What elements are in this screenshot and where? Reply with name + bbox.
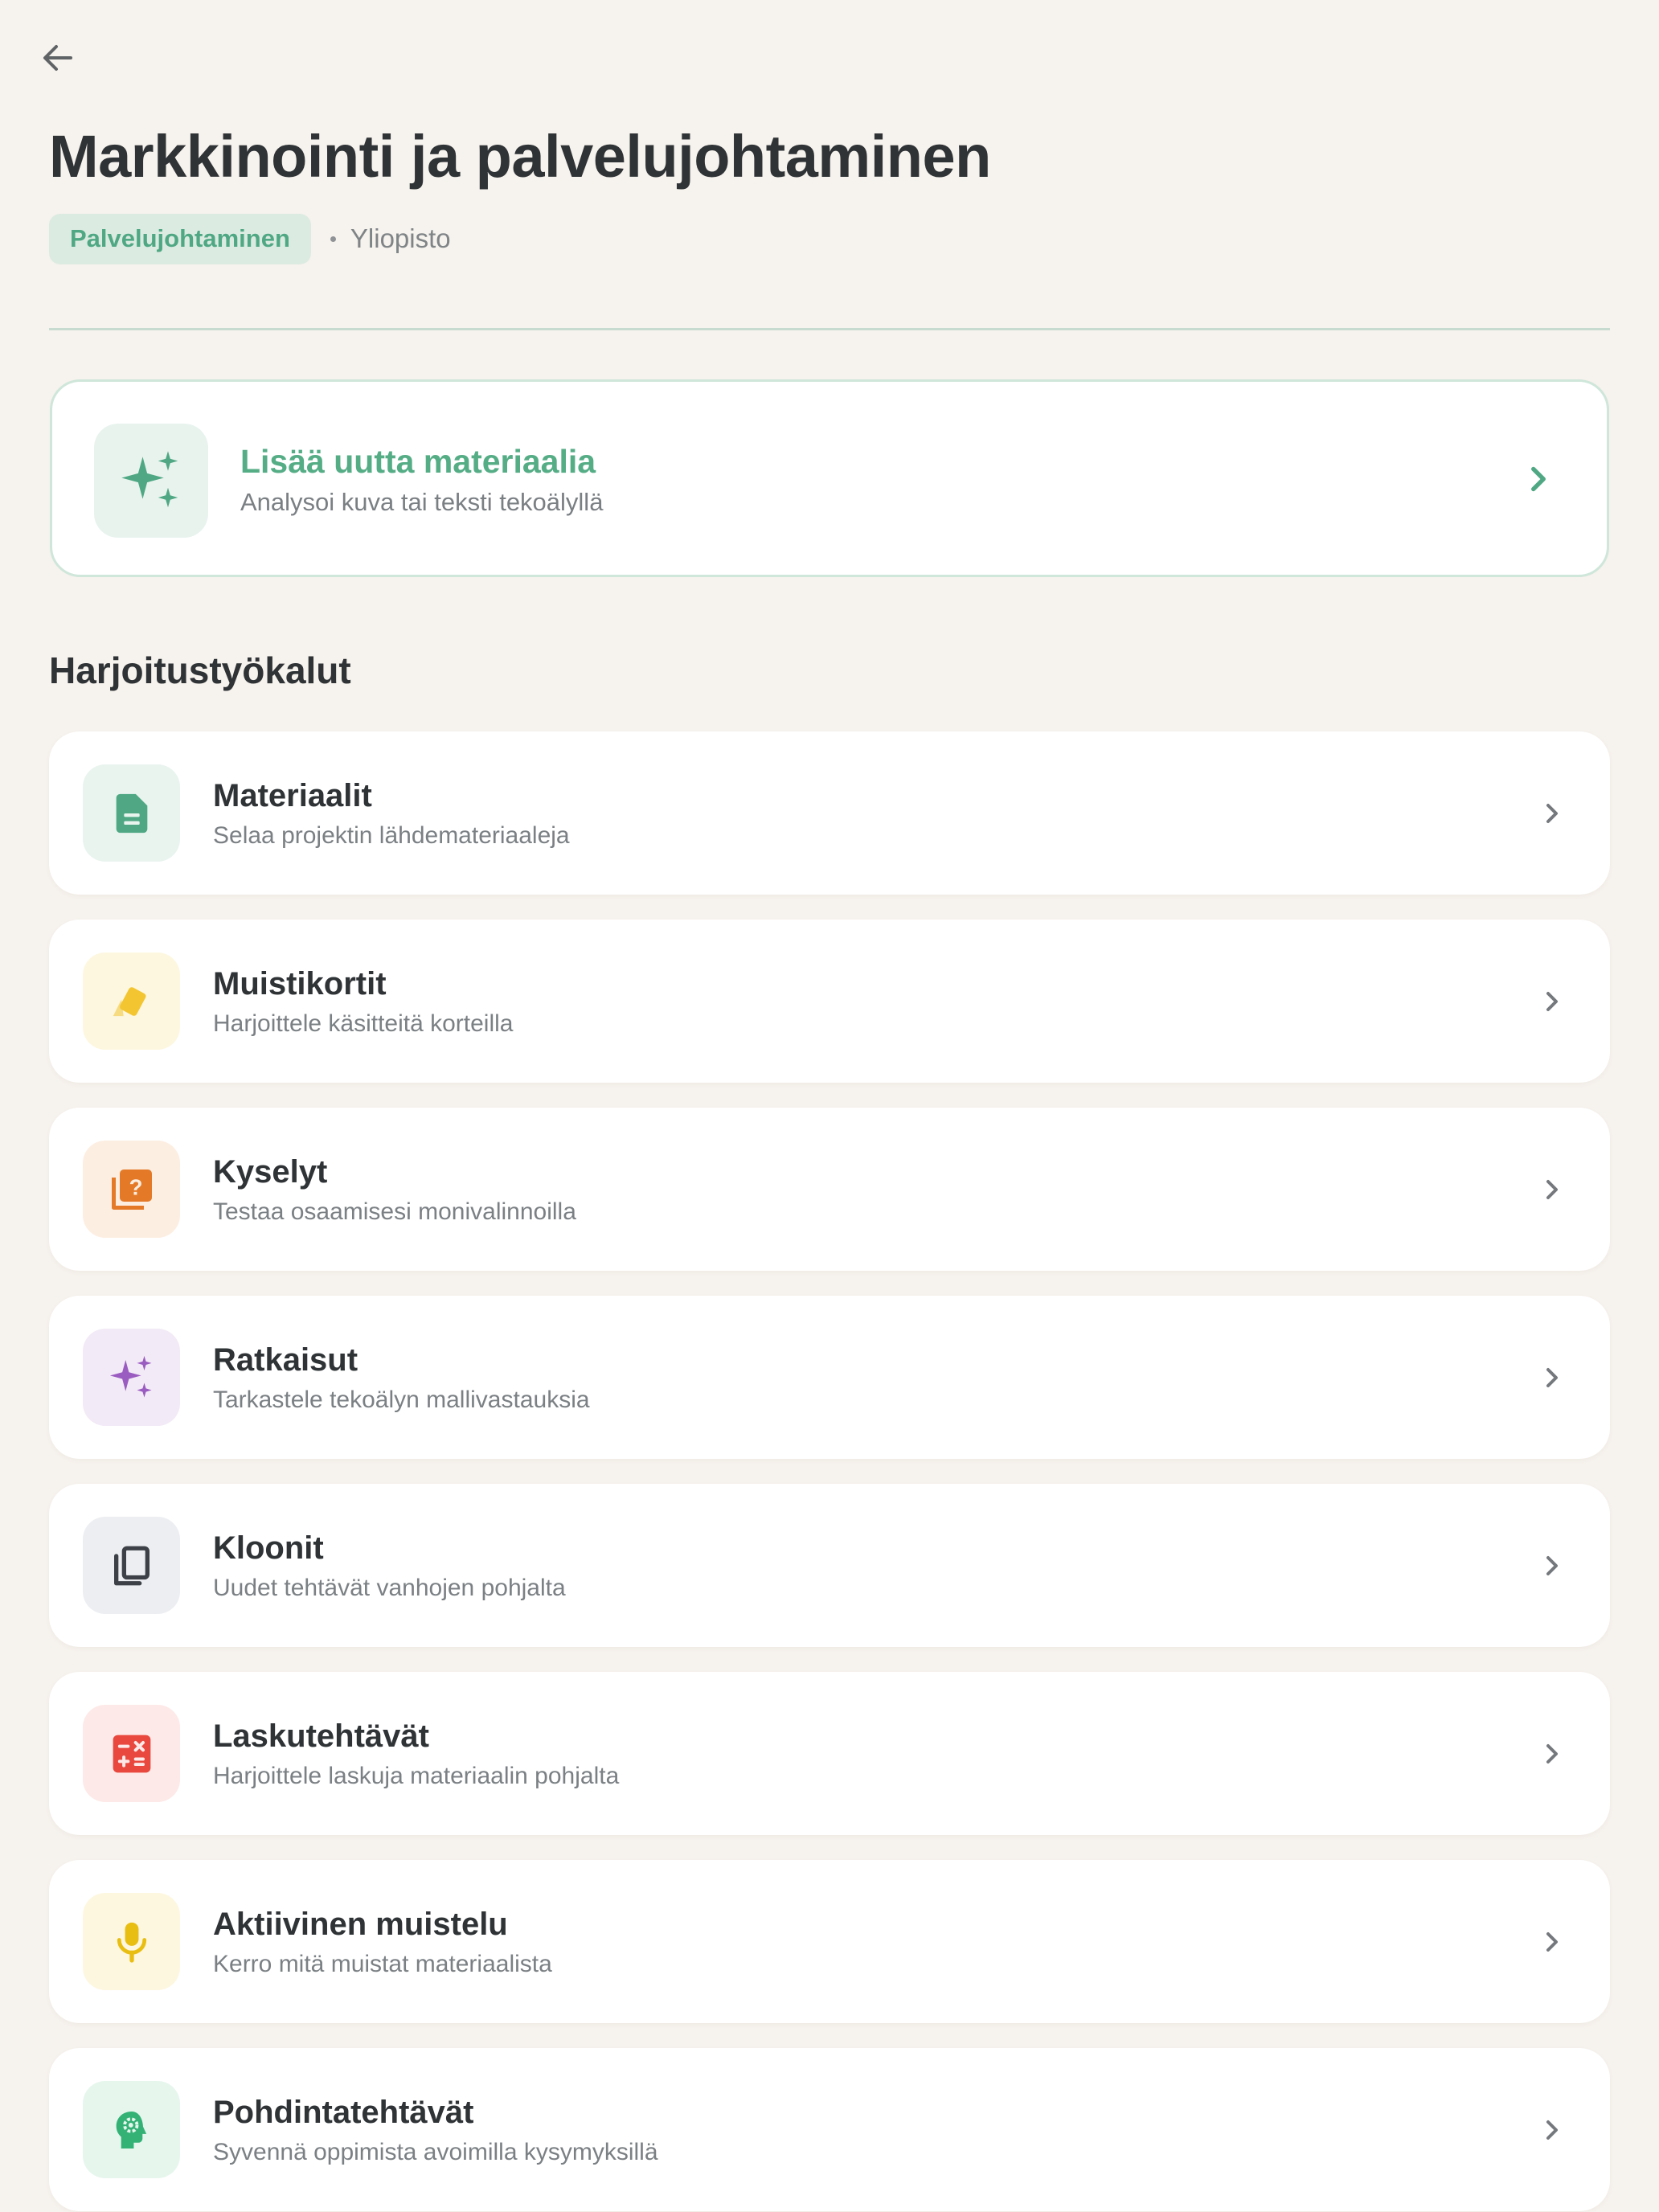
add-material-title: Lisää uutta materiaalia — [240, 443, 596, 480]
page: Markkinointi ja palvelujohtaminen Palvel… — [0, 0, 1659, 2212]
tool-subtitle: Syvennä oppimista avoimilla kysymyksillä — [213, 2139, 658, 2165]
tool-item-kloonit[interactable]: Kloonit Uudet tehtävät vanhojen pohjalta — [49, 1484, 1610, 1647]
ai-icon-box — [94, 424, 208, 538]
chevron-right-icon — [1546, 804, 1558, 823]
tool-icon-box — [83, 1329, 180, 1426]
tool-icon-box — [83, 1517, 180, 1614]
tool-item-aktiivinen-muistelu[interactable]: Aktiivinen muistelu Kerro mitä muistat m… — [49, 1860, 1610, 2023]
tool-title: Kyselyt — [213, 1154, 328, 1190]
tool-title: Pohdintatehtävät — [213, 2095, 474, 2130]
tool-subtitle: Harjoittele laskuja materiaalin pohjalta — [213, 1763, 620, 1789]
calculator-icon — [113, 1735, 150, 1772]
chevron-right-icon — [1546, 1180, 1558, 1199]
document-icon — [116, 793, 147, 833]
section-title: Harjoitustyökalut — [49, 649, 351, 691]
tool-title: Materiaalit — [213, 778, 372, 813]
chevron-right-icon — [1546, 1744, 1558, 1763]
tool-icon-box — [83, 764, 180, 862]
chevron-right-icon — [1546, 2120, 1558, 2140]
tool-icon-box: ? — [83, 1141, 180, 1238]
education-level: Yliopisto — [350, 223, 451, 253]
tool-subtitle: Testaa osaamisesi monivalinnoilla — [213, 1198, 576, 1225]
tool-subtitle: Tarkastele tekoälyn mallivastauksia — [213, 1387, 590, 1413]
tool-subtitle: Harjoittele käsitteitä korteilla — [213, 1010, 514, 1037]
head-gear-icon — [116, 2111, 146, 2149]
tool-subtitle: Selaa projektin lähdemateriaaleja — [213, 822, 570, 849]
tool-item-laskutehtavat[interactable]: Laskutehtävät Harjoittele laskuja materi… — [49, 1672, 1610, 1835]
page-title: Markkinointi ja palvelujohtaminen — [49, 123, 991, 190]
sparkles-icon — [121, 451, 178, 508]
svg-text:?: ? — [129, 1174, 142, 1199]
tool-item-ratkaisut[interactable]: Ratkaisut Tarkastele tekoälyn mallivasta… — [49, 1296, 1610, 1459]
tool-title: Laskutehtävät — [213, 1718, 429, 1754]
tool-title: Aktiivinen muistelu — [213, 1907, 508, 1942]
tool-icon-box — [83, 1705, 180, 1802]
tool-subtitle: Kerro mitä muistat materiaalista — [213, 1951, 552, 1977]
tool-icon-box — [83, 1893, 180, 1990]
add-material-subtitle: Analysoi kuva tai teksti tekoälyllä — [240, 488, 604, 516]
tool-title: Ratkaisut — [213, 1342, 358, 1378]
chevron-right-icon — [1531, 466, 1546, 492]
microphone-icon — [117, 1922, 146, 1963]
copy-icon — [113, 1546, 150, 1585]
tool-item-kyselyt[interactable]: ? Kyselyt Testaa osaamisesi monivalinnoi… — [49, 1108, 1610, 1271]
divider — [49, 328, 1610, 330]
tool-item-materiaalit[interactable]: Materiaalit Selaa projektin lähdemateria… — [49, 731, 1610, 895]
back-button[interactable] — [29, 29, 87, 87]
arrow-left-icon — [43, 45, 72, 71]
tool-title: Muistikortit — [213, 966, 387, 1002]
chevron-right-icon — [1546, 1368, 1558, 1387]
separator-dot — [330, 236, 336, 242]
chevron-right-icon — [1546, 1932, 1558, 1952]
quiz-icon: ? — [111, 1169, 152, 1210]
tool-item-pohdintatehtavat[interactable]: Pohdintatehtävät Syvennä oppimista avoim… — [49, 2048, 1610, 2211]
course-meta: Palvelujohtaminen Yliopisto — [49, 213, 451, 264]
add-material-card[interactable]: Lisää uutta materiaalia Analysoi kuva ta… — [50, 379, 1609, 577]
tool-icon-box — [83, 2081, 180, 2178]
tools-list: Materiaalit Selaa projektin lähdemateria… — [49, 731, 1610, 2212]
chevron-right-icon — [1546, 992, 1558, 1011]
sparkles-icon — [109, 1355, 152, 1398]
cards-icon — [113, 986, 145, 1016]
tool-title: Kloonit — [213, 1530, 324, 1566]
category-tag[interactable]: Palvelujohtaminen — [49, 213, 311, 264]
tool-icon-box — [83, 952, 180, 1050]
tool-item-muistikortit[interactable]: Muistikortit Harjoittele käsitteitä kort… — [49, 920, 1610, 1083]
tool-subtitle: Uudet tehtävät vanhojen pohjalta — [213, 1575, 566, 1601]
chevron-right-icon — [1546, 1556, 1558, 1575]
